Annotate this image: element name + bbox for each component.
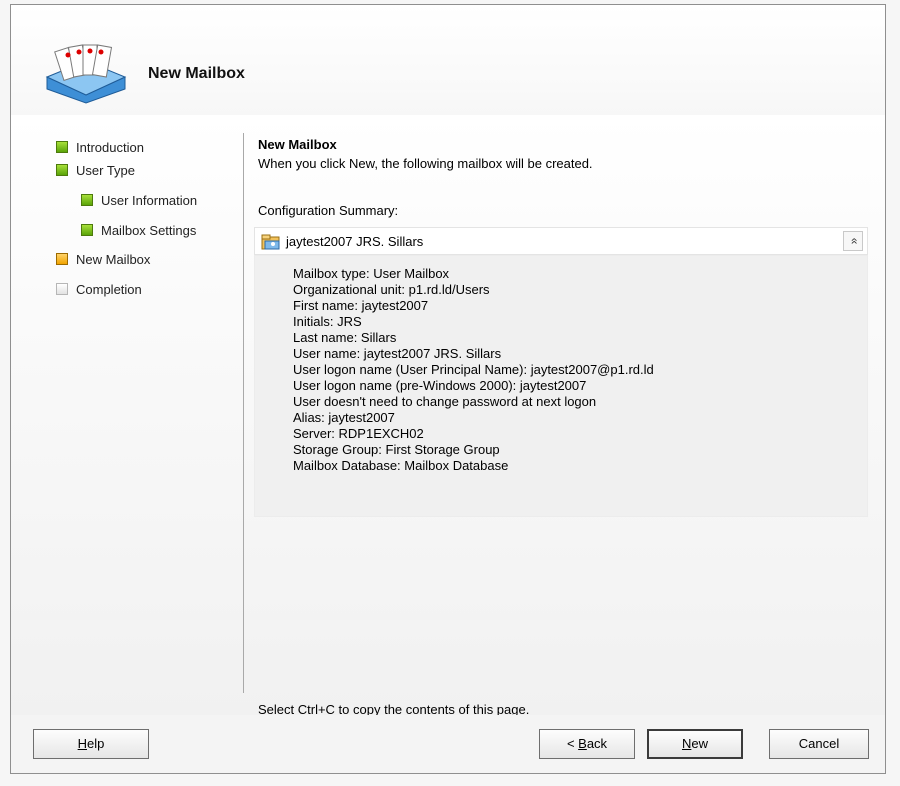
step-label: Completion [76,281,142,297]
help-mnemonic: H [77,736,88,751]
new-button[interactable]: New [647,729,743,759]
wizard-steps: Introduction User Type User Information … [11,115,243,695]
wizard-title: New Mailbox [148,65,245,82]
summary-line: First name: jaytest2007 [293,298,429,313]
step-label: Introduction [76,139,144,155]
summary-line: Mailbox type: User Mailbox [293,266,450,281]
button-bar: Help < Back New Cancel [11,715,885,773]
step-user-information: User Information [81,190,197,210]
step-status-icon [56,164,68,176]
step-status-icon [81,194,93,206]
summary-details: Mailbox type: User Mailbox Organizationa… [254,255,868,517]
step-pending-icon [56,283,68,295]
main-panel: New Mailbox When you click New, the foll… [254,115,868,717]
new-mnemonic: N [681,736,692,751]
mailbox-user-icon [261,234,280,250]
step-user-type: User Type [56,160,135,180]
summary-line: User logon name (User Principal Name): j… [293,362,654,377]
back-button[interactable]: < Back [539,729,635,759]
steps-divider [243,133,244,693]
summary-line: User logon name (pre-Windows 2000): jayt… [293,378,587,393]
summary-line: User doesn't need to change password at … [293,394,597,409]
summary-title: jaytest2007 JRS. Sillars [286,234,424,249]
back-label: ack [586,736,608,751]
configuration-summary-label: Configuration Summary: [258,203,399,218]
help-label: elp [87,736,105,751]
step-label: User Type [76,162,136,178]
page-title: New Mailbox [258,137,337,152]
step-current-icon [56,253,68,265]
summary-header[interactable]: jaytest2007 JRS. Sillars » [254,227,868,255]
step-status-icon [56,141,68,153]
step-new-mailbox: New Mailbox [56,249,150,269]
cancel-button[interactable]: Cancel [769,729,869,759]
summary-line: Initials: JRS [293,314,362,329]
summary-line: Server: RDP1EXCH02 [293,426,424,441]
summary-line: Last name: Sillars [293,330,397,345]
back-mnemonic: B [578,736,587,751]
summary-line: Mailbox Database: Mailbox Database [293,458,509,473]
wizard-content: Introduction User Type User Information … [11,115,885,717]
page-description: When you click New, the following mailbo… [258,156,593,171]
step-mailbox-settings: Mailbox Settings [81,220,196,240]
mailbox-wizard-icon [45,44,127,104]
new-mailbox-wizard-window: New Mailbox Introduction User Type User … [10,4,886,774]
step-label: New Mailbox [76,251,151,267]
summary-lines: Mailbox type: User Mailbox Organizationa… [293,266,654,474]
step-label: User Information [101,192,198,208]
step-label: Mailbox Settings [101,222,197,238]
collapse-summary-button[interactable]: » [843,231,863,251]
step-introduction: Introduction [56,137,144,157]
new-label: ew [691,736,708,751]
chevron-up-icon: » [846,237,860,245]
summary-line: Storage Group: First Storage Group [293,442,500,457]
help-button[interactable]: Help [33,729,149,759]
back-prefix: < [566,736,579,751]
summary-line: User name: jaytest2007 JRS. Sillars [293,346,502,361]
step-completion: Completion [56,279,142,299]
summary-line: Organizational unit: p1.rd.ld/Users [293,282,490,297]
step-status-icon [81,224,93,236]
wizard-header: New Mailbox [11,5,885,116]
summary-line: Alias: jaytest2007 [293,410,395,425]
